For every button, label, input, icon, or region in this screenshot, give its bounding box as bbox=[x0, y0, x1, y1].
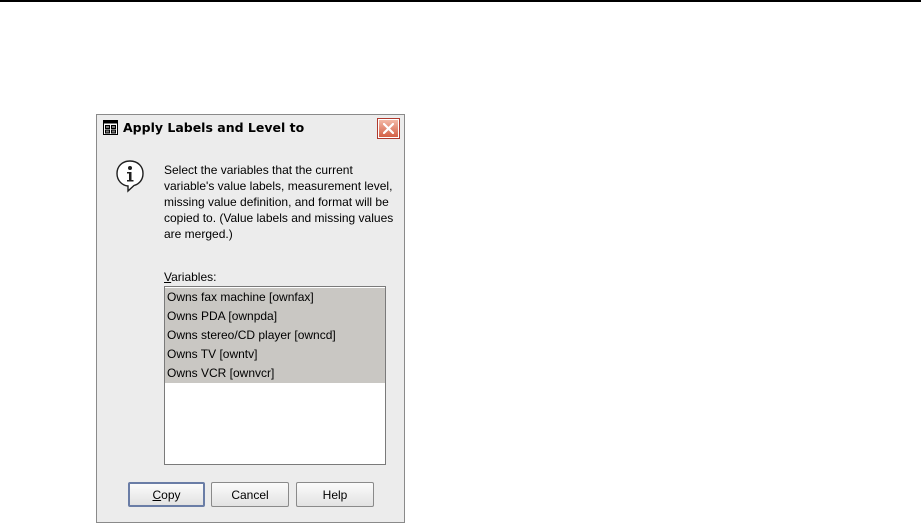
variable-item-ownvcr[interactable]: Owns VCR [ownvcr] bbox=[165, 364, 385, 383]
close-button[interactable] bbox=[377, 118, 400, 139]
variables-label: Variables: bbox=[164, 269, 216, 285]
variables-label-text: ariables: bbox=[171, 270, 217, 284]
copy-button-label: opy bbox=[161, 487, 181, 502]
close-icon bbox=[383, 123, 394, 134]
variable-item-ownpda[interactable]: Owns PDA [ownpda] bbox=[165, 307, 385, 326]
cancel-button[interactable]: Cancel bbox=[211, 482, 289, 507]
variable-item-owntv[interactable]: Owns TV [owntv] bbox=[165, 345, 385, 364]
app-icon bbox=[103, 120, 118, 135]
variable-item-ownfax[interactable]: Owns fax machine [ownfax] bbox=[165, 288, 385, 307]
info-icon bbox=[116, 160, 144, 193]
variable-item-owncd[interactable]: Owns stereo/CD player [owncd] bbox=[165, 326, 385, 345]
dialog-message: Select the variables that the current va… bbox=[164, 163, 394, 241]
apply-labels-dialog: Apply Labels and Level to Select the var… bbox=[96, 114, 405, 523]
copy-button[interactable]: Copy bbox=[128, 482, 205, 507]
dialog-titlebar[interactable]: Apply Labels and Level to bbox=[97, 115, 404, 141]
help-button[interactable]: Help bbox=[296, 482, 374, 507]
copy-button-mnemonic: C bbox=[152, 487, 162, 502]
dialog-title: Apply Labels and Level to bbox=[123, 120, 305, 135]
top-divider bbox=[0, 0, 921, 2]
variables-list[interactable]: Owns fax machine [ownfax] Owns PDA [ownp… bbox=[164, 286, 386, 465]
